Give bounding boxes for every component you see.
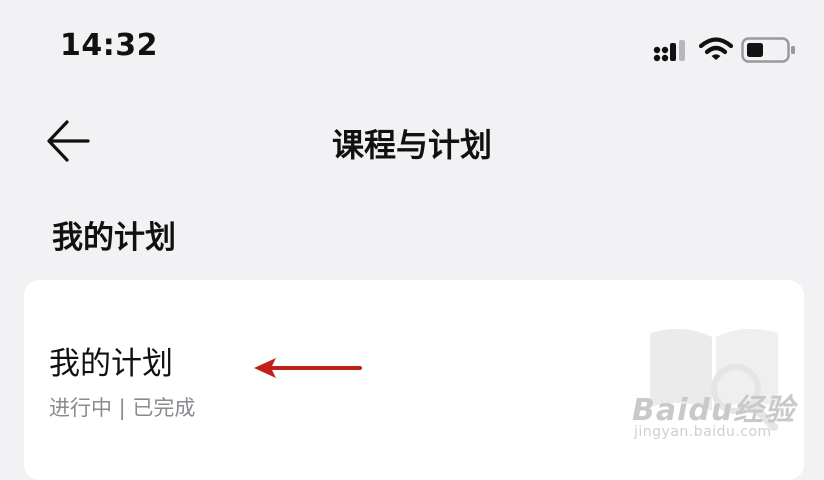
annotation-arrow-icon xyxy=(254,358,362,378)
status-time: 14:32 xyxy=(60,28,158,63)
wifi-icon xyxy=(699,37,733,60)
status-bar: 14:32 xyxy=(0,0,824,100)
cellular-signal-icon xyxy=(653,40,685,62)
watermark-url: jingyan.baidu.com xyxy=(634,424,772,440)
page-title: 课程与计划 xyxy=(331,126,492,164)
card-subtitle: 进行中 | 已完成 xyxy=(49,396,196,420)
section-header: 我的计划 xyxy=(52,220,176,256)
navigation-bar: 课程与计划 xyxy=(0,100,824,180)
watermark-text: Baidu经验 xyxy=(632,393,796,428)
battery-icon xyxy=(741,37,795,63)
card-title: 我的计划 xyxy=(49,346,173,382)
